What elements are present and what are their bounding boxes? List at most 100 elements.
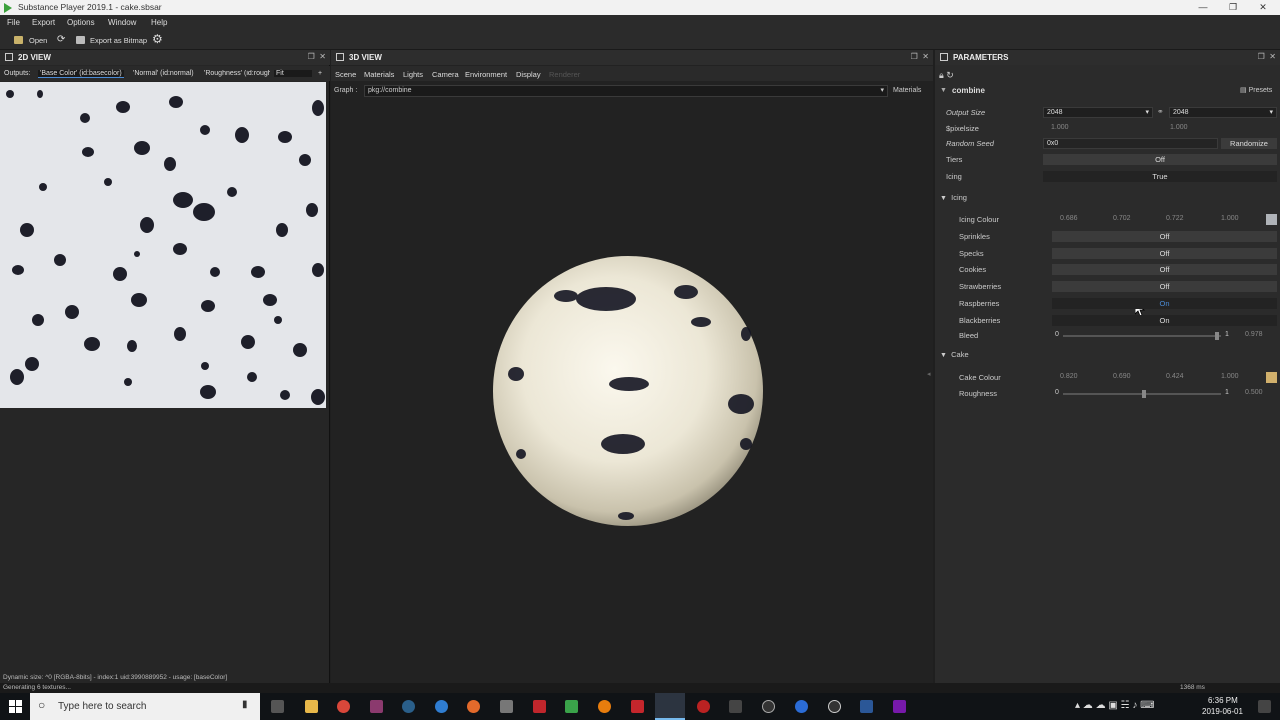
panel-buttons[interactable]: ❐ ✕ bbox=[1258, 52, 1276, 61]
panel-buttons[interactable]: ❐ ✕ bbox=[911, 52, 929, 61]
task-view-icon[interactable] bbox=[271, 700, 284, 713]
export-bitmap-button[interactable]: Export as Bitmap bbox=[90, 36, 147, 45]
output-tab-normal[interactable]: 'Normal' (id:normal) bbox=[133, 70, 194, 77]
pixelsize-a[interactable]: 1.000 bbox=[1051, 124, 1069, 131]
icing-colour-swatch[interactable] bbox=[1266, 214, 1277, 225]
blender-icon[interactable] bbox=[598, 700, 611, 713]
pixelsize-b[interactable]: 1.000 bbox=[1170, 124, 1188, 131]
bleed-slider[interactable] bbox=[1063, 335, 1221, 337]
output-size-width-select[interactable]: 2048 ▾ bbox=[1043, 107, 1153, 118]
fit-select[interactable]: Fit bbox=[274, 70, 312, 77]
origin-icon[interactable] bbox=[467, 700, 480, 713]
menu-materials[interactable]: Materials bbox=[364, 70, 394, 79]
toggle-strawberries[interactable]: Off bbox=[1052, 281, 1277, 292]
notification-icon[interactable] bbox=[1258, 700, 1271, 713]
presets-button[interactable]: ▤ Presets bbox=[1240, 86, 1272, 94]
bleed-slider-handle[interactable] bbox=[1215, 332, 1219, 340]
substance-player-taskbar-button[interactable] bbox=[655, 693, 685, 720]
clock-date[interactable]: 2019-06-01 bbox=[1202, 707, 1243, 716]
view-3d-icon bbox=[336, 53, 344, 61]
collapse-arrow-icon[interactable]: ◂ bbox=[927, 370, 931, 378]
cake-colour-r[interactable]: 0.820 bbox=[1060, 373, 1078, 380]
output-size-height-select[interactable]: 2048 ▾ bbox=[1169, 107, 1277, 118]
open-button[interactable]: Open bbox=[29, 36, 47, 45]
icing-section-header[interactable]: ▼ Icing bbox=[940, 193, 967, 202]
app-icon[interactable] bbox=[370, 700, 383, 713]
icing-colour-g[interactable]: 0.702 bbox=[1113, 215, 1131, 222]
menu-scene[interactable]: Scene bbox=[335, 70, 356, 79]
menu-camera[interactable]: Camera bbox=[432, 70, 459, 79]
menu-lights[interactable]: Lights bbox=[403, 70, 423, 79]
roughness-value[interactable]: 0.500 bbox=[1245, 389, 1263, 396]
windows-start-icon[interactable] bbox=[9, 700, 22, 713]
app-icon[interactable] bbox=[435, 700, 448, 713]
menu-export[interactable]: Export bbox=[32, 18, 55, 27]
cake-colour-a[interactable]: 1.000 bbox=[1221, 373, 1239, 380]
toggle-raspberries[interactable]: On bbox=[1052, 298, 1277, 309]
app-icon[interactable] bbox=[697, 700, 710, 713]
texture-preview[interactable] bbox=[0, 82, 326, 408]
menu-file[interactable]: File bbox=[7, 18, 20, 27]
cake-colour-b[interactable]: 0.424 bbox=[1166, 373, 1184, 380]
cake-section-header[interactable]: ▼ Cake bbox=[940, 350, 969, 359]
randomize-button[interactable]: Randomize bbox=[1221, 138, 1277, 149]
materials-button[interactable]: Materials bbox=[893, 87, 921, 94]
icing-colour-r[interactable]: 0.686 bbox=[1060, 215, 1078, 222]
clock-time[interactable]: 6:36 PM bbox=[1208, 696, 1238, 705]
icing-toggle[interactable]: True bbox=[1043, 171, 1277, 182]
roughness-max: 1 bbox=[1225, 389, 1229, 396]
app-icon[interactable] bbox=[795, 700, 808, 713]
app-icon[interactable] bbox=[533, 700, 546, 713]
obs-icon[interactable] bbox=[828, 700, 841, 713]
menu-environment[interactable]: Environment bbox=[465, 70, 507, 79]
refresh-icon[interactable]: ⟳ bbox=[57, 34, 65, 45]
toggle-sprinkles[interactable]: Off bbox=[1052, 231, 1277, 242]
close-icon[interactable]: ✕ bbox=[1248, 0, 1278, 15]
unreal-icon[interactable] bbox=[762, 700, 775, 713]
toggle-blackberries[interactable]: On bbox=[1052, 315, 1277, 326]
view-2d-icon bbox=[5, 53, 13, 61]
camera-icon[interactable] bbox=[76, 36, 85, 44]
tiers-toggle[interactable]: Off bbox=[1043, 154, 1277, 165]
minimize-icon[interactable]: — bbox=[1188, 0, 1218, 15]
settings-icon[interactable]: ⚙ bbox=[152, 32, 163, 46]
chevron-down-icon[interactable]: ▼ bbox=[940, 87, 947, 94]
menu-display[interactable]: Display bbox=[516, 70, 541, 79]
menu-help[interactable]: Help bbox=[151, 18, 167, 27]
app-icon[interactable] bbox=[500, 700, 513, 713]
random-seed-input[interactable]: 0x0 bbox=[1043, 138, 1218, 149]
icing-colour-b[interactable]: 0.722 bbox=[1166, 215, 1184, 222]
link-icon[interactable]: ⚭ bbox=[1157, 107, 1164, 116]
file-explorer-icon[interactable] bbox=[305, 700, 318, 713]
taskbar-search-box[interactable]: ○ Type here to search ▮ bbox=[30, 693, 260, 720]
menu-options[interactable]: Options bbox=[67, 18, 95, 27]
bleed-value[interactable]: 0.978 bbox=[1245, 331, 1263, 338]
folder-icon[interactable] bbox=[14, 36, 23, 44]
roughness-slider-handle[interactable] bbox=[1142, 390, 1146, 398]
toggle-cookies[interactable]: Off bbox=[1052, 264, 1277, 275]
cake-colour-g[interactable]: 0.690 bbox=[1113, 373, 1131, 380]
output-tab-roughness[interactable]: 'Roughness' (id:rough bbox=[204, 70, 270, 77]
panel-buttons[interactable]: ❐ ✕ bbox=[308, 52, 326, 61]
app-icon[interactable] bbox=[729, 700, 742, 713]
menu-renderer[interactable]: Renderer bbox=[549, 70, 580, 79]
lock-icon[interactable]: 🔒︎ ↻ bbox=[939, 70, 954, 81]
substance-designer-icon[interactable] bbox=[631, 700, 644, 713]
maximize-icon[interactable]: ❐ bbox=[1218, 0, 1248, 15]
icing-colour-a[interactable]: 1.000 bbox=[1221, 215, 1239, 222]
onenote-icon[interactable] bbox=[893, 700, 906, 713]
word-icon[interactable] bbox=[860, 700, 873, 713]
system-tray-icons[interactable]: ▴ ☁ ☁ ▣ ☵ ♪ ⌨ bbox=[1075, 700, 1155, 711]
cake-sphere-preview[interactable] bbox=[491, 254, 766, 529]
output-tab-basecolor[interactable]: 'Base Color' (id:basecolor) bbox=[38, 70, 124, 78]
app-icon[interactable] bbox=[565, 700, 578, 713]
add-icon[interactable]: + bbox=[318, 70, 322, 77]
toggle-specks[interactable]: Off bbox=[1052, 248, 1277, 259]
graph-bar: Graph : pkg://combine ▾ Materials bbox=[331, 84, 933, 98]
steam-icon[interactable] bbox=[402, 700, 415, 713]
toggle-label: Strawberries bbox=[959, 282, 1002, 291]
cake-colour-swatch[interactable] bbox=[1266, 372, 1277, 383]
menu-window[interactable]: Window bbox=[108, 18, 136, 27]
graph-select[interactable]: pkg://combine ▾ bbox=[364, 85, 888, 97]
chrome-icon[interactable] bbox=[337, 700, 350, 713]
